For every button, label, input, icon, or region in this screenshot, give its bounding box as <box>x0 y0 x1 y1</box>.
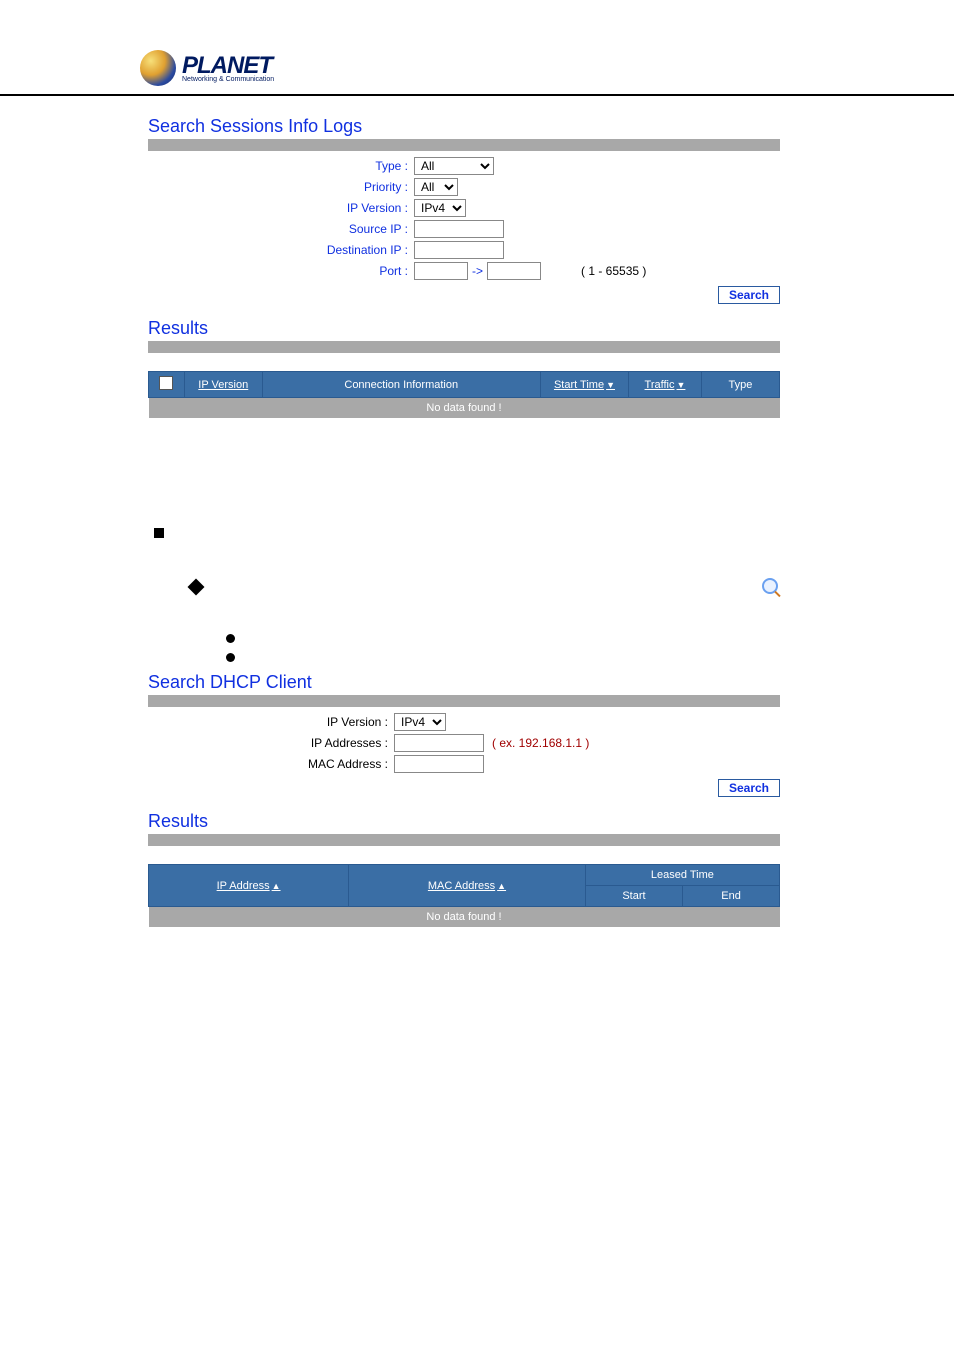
brand-logo: PLANET Networking & Communication <box>140 50 954 86</box>
dhcp-search-button[interactable]: Search <box>718 779 780 797</box>
type-label: Type : <box>148 159 414 173</box>
dhcp-results-table: IP Address MAC Address Leased Time Start… <box>148 864 780 927</box>
col-mac-address[interactable]: MAC Address <box>349 865 586 907</box>
dhcp-ip-version-select[interactable]: IPv4 <box>394 713 446 731</box>
type-select[interactable]: All <box>414 157 494 175</box>
divider <box>148 695 780 707</box>
priority-select[interactable]: All <box>414 178 458 196</box>
dhcp-results-title: Results <box>148 811 780 832</box>
diamond-bullet-icon <box>188 579 205 596</box>
dhcp-ip-addresses-input[interactable] <box>394 734 484 752</box>
col-start-time[interactable]: Start Time <box>540 372 628 398</box>
source-ip-input[interactable] <box>414 220 504 238</box>
source-ip-label: Source IP : <box>148 222 414 236</box>
magnifier-icon[interactable] <box>762 578 780 596</box>
ip-version-select[interactable]: IPv4 <box>414 199 466 217</box>
priority-label: Priority : <box>148 180 414 194</box>
port-from-input[interactable] <box>414 262 468 280</box>
square-bullet-icon <box>154 528 164 538</box>
brand-name: PLANET <box>182 54 274 78</box>
col-connection-info: Connection Information <box>262 372 540 398</box>
divider <box>148 834 780 846</box>
no-data-row: No data found ! <box>149 398 780 419</box>
sessions-title: Search Sessions Info Logs <box>148 116 780 137</box>
ip-version-label: IP Version : <box>148 201 414 215</box>
dhcp-mac-address-label: MAC Address : <box>148 757 394 771</box>
col-ip-address[interactable]: IP Address <box>149 865 349 907</box>
select-all-checkbox[interactable] <box>149 372 185 398</box>
dhcp-ip-version-label: IP Version : <box>148 715 394 729</box>
sessions-results-table: IP Version Connection Information Start … <box>148 371 780 418</box>
col-start: Start <box>585 886 682 907</box>
port-label: Port : <box>148 264 414 278</box>
col-leased-time: Leased Time <box>585 865 779 886</box>
dot-bullet-icon <box>226 634 235 643</box>
destination-ip-input[interactable] <box>414 241 504 259</box>
divider <box>148 139 780 151</box>
dhcp-ip-addresses-label: IP Addresses : <box>148 736 394 750</box>
port-to-input[interactable] <box>487 262 541 280</box>
dhcp-ip-hint: ( ex. 192.168.1.1 ) <box>492 736 589 750</box>
no-data-row: No data found ! <box>149 907 780 928</box>
col-traffic[interactable]: Traffic <box>629 372 702 398</box>
col-end: End <box>683 886 780 907</box>
port-arrow-icon: -> <box>472 264 483 278</box>
dhcp-title: Search DHCP Client <box>148 672 780 693</box>
col-ip-version[interactable]: IP Version <box>184 372 262 398</box>
dhcp-mac-address-input[interactable] <box>394 755 484 773</box>
brand-tagline: Networking & Communication <box>182 76 274 83</box>
sessions-search-button[interactable]: Search <box>718 286 780 304</box>
bullet-list <box>148 528 780 662</box>
header: PLANET Networking & Communication <box>0 50 954 96</box>
divider <box>148 341 780 353</box>
col-type: Type <box>701 372 779 398</box>
port-hint: ( 1 - 65535 ) <box>581 264 646 278</box>
globe-icon <box>140 50 176 86</box>
dot-bullet-icon <box>226 653 235 662</box>
destination-ip-label: Destination IP : <box>148 243 414 257</box>
sessions-results-title: Results <box>148 318 780 339</box>
